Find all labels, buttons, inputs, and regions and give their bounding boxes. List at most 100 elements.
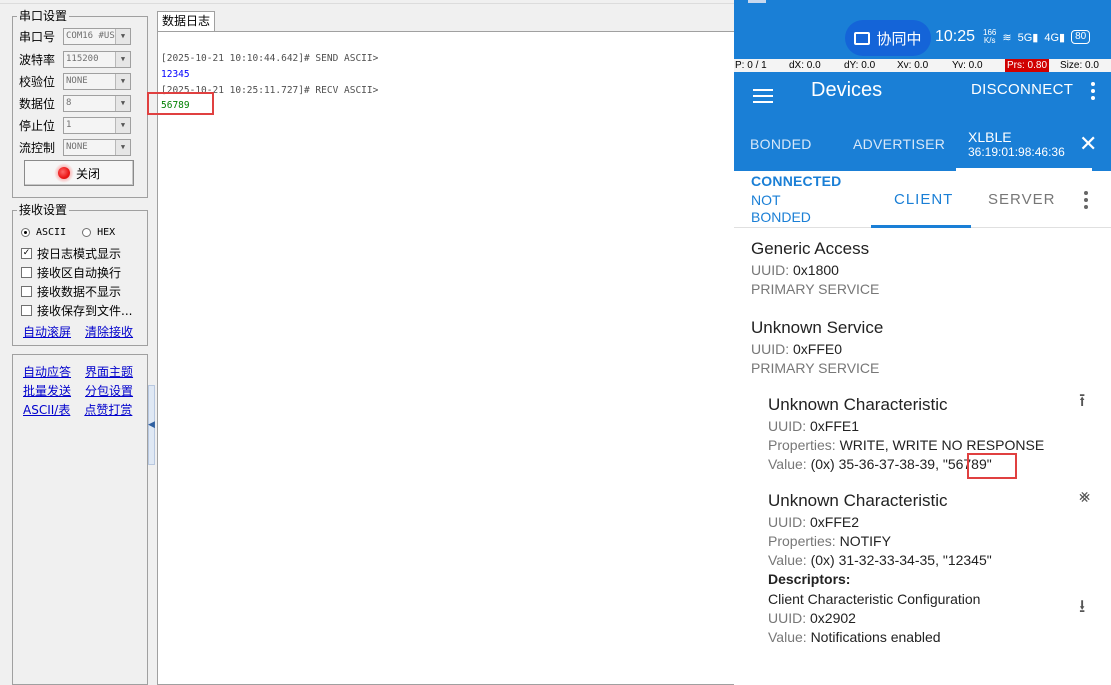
chevron-down-icon[interactable]: ▼	[115, 28, 130, 44]
chevron-down-icon[interactable]: ▼	[115, 73, 130, 89]
menu-icon[interactable]	[753, 89, 773, 103]
theme-link[interactable]: 界面主题	[85, 363, 133, 380]
service-uuid: UUID: 0x1800	[751, 262, 839, 278]
tab-server[interactable]: SERVER	[988, 191, 1055, 208]
service-type: PRIMARY SERVICE	[751, 360, 880, 376]
window-top-edge	[0, 0, 734, 4]
tools-row-2: 批量发送 分包设置	[23, 382, 133, 399]
highlight-box-value	[967, 453, 1017, 479]
checkbox-checked[interactable]: ✓	[21, 248, 32, 259]
close-icon[interactable]: ✕	[1079, 131, 1097, 157]
option-label: 接收数据不显示	[37, 285, 122, 299]
status-time: 10:25	[935, 28, 976, 45]
log-line-send-data: 12345	[161, 69, 190, 80]
databits-label: 数据位	[19, 96, 56, 111]
device-tabs: BONDED ADVERTISER XLBLE 36:19:01:98:46:3…	[734, 125, 1111, 171]
packet-settings-link[interactable]: 分包设置	[85, 382, 133, 399]
stopbits-label: 停止位	[19, 118, 56, 133]
characteristic-uuid: UUID: 0xFFE1	[768, 418, 860, 434]
chevron-down-icon[interactable]: ▼	[115, 117, 130, 133]
port-select[interactable]: COM16 #US ▼	[63, 27, 131, 45]
ascii-radio[interactable]	[21, 228, 30, 237]
chevron-down-icon[interactable]: ▼	[115, 139, 130, 155]
batch-send-link[interactable]: 批量发送	[23, 382, 71, 399]
donate-link[interactable]: 点赞打赏	[84, 401, 132, 418]
chevron-down-icon[interactable]: ▼	[115, 51, 130, 67]
clear-receive-link[interactable]: 清除接收	[85, 323, 133, 340]
receive-settings-title: 接收设置	[17, 203, 70, 217]
upload-icon[interactable]: ⭱	[1079, 388, 1085, 418]
chevron-down-icon[interactable]: ▼	[115, 95, 130, 111]
checkbox[interactable]	[21, 267, 32, 278]
option-label: 接收区自动换行	[37, 266, 122, 280]
info-size: Size: 0.0	[1060, 60, 1099, 71]
parity-select[interactable]: NONE ▼	[63, 72, 131, 90]
service-generic-access[interactable]: Generic Access UUID: 0x1800 PRIMARY SERV…	[751, 239, 879, 297]
service-type: PRIMARY SERVICE	[751, 281, 880, 297]
option-log-mode[interactable]: ✓ 按日志模式显示	[21, 245, 121, 262]
tab-advertiser[interactable]: ADVERTISER	[853, 136, 945, 152]
device-name: XLBLE	[968, 129, 1012, 145]
tools-row-1: 自动应答 界面主题	[23, 363, 133, 380]
option-label: 按日志模式显示	[37, 247, 122, 261]
descriptor-uuid: UUID: 0x2902	[768, 610, 856, 626]
flowctrl-select[interactable]: NONE ▼	[63, 138, 131, 156]
download-icon[interactable]: ⭳	[1079, 594, 1085, 624]
option-auto-wrap[interactable]: 接收区自动换行	[21, 264, 121, 281]
close-port-button[interactable]: 关闭	[24, 160, 134, 186]
info-xv: Xv: 0.0	[897, 60, 929, 71]
characteristic-properties: Properties: WRITE, WRITE NO RESPONSE	[768, 437, 1045, 453]
collapse-panel-handle[interactable]: ◀	[148, 385, 155, 465]
disconnect-button[interactable]: DISCONNECT	[971, 81, 1073, 98]
checkbox[interactable]	[21, 286, 32, 297]
characteristic-uuid: UUID: 0xFFE2	[768, 514, 860, 530]
databits-select[interactable]: 8 ▼	[63, 94, 131, 112]
option-save-file[interactable]: 接收保存到文件...	[21, 302, 132, 319]
port-row: 串口号 COM16 #US ▼	[19, 27, 131, 45]
status-led-icon	[53, 163, 74, 183]
stopbits-select[interactable]: 1 ▼	[63, 116, 131, 134]
tools-group: 自动应答 界面主题 批量发送 分包设置 ASCII/表 点赞打赏	[12, 354, 148, 685]
tab-device[interactable]: XLBLE 36:19:01:98:46:36	[968, 129, 1065, 159]
tab-bonded[interactable]: BONDED	[750, 136, 812, 152]
client-tab-indicator	[871, 225, 971, 228]
service-title: Unknown Service	[751, 318, 884, 337]
screen-share-icon	[854, 31, 871, 45]
checkbox[interactable]	[21, 305, 32, 316]
collab-pill[interactable]: 协同中	[845, 20, 931, 56]
pointer-location-bar: P: 0 / 1 dX: 0.0 dY: 0.0 Xv: 0.0 Yv: 0.0…	[734, 59, 1111, 72]
notifications-off-icon[interactable]: ⨳	[1079, 486, 1090, 507]
more-options-icon[interactable]	[1091, 82, 1095, 100]
characteristic-value: Value: (0x) 31-32-33-34-35, "12345"	[768, 552, 992, 568]
hex-radio[interactable]	[82, 228, 92, 237]
auto-reply-link[interactable]: 自动应答	[23, 363, 71, 380]
info-yv: Yv: 0.0	[952, 60, 983, 71]
tools-row-3: ASCII/表 点赞打赏	[23, 401, 132, 418]
autoscroll-link[interactable]: 自动滚屏	[23, 323, 71, 340]
info-prs: Prs: 0.80	[1005, 59, 1050, 72]
ascii-table-link[interactable]: ASCII/表	[23, 401, 70, 418]
serial-settings-title: 串口设置	[17, 9, 70, 23]
characteristic-title: Unknown Characteristic	[768, 491, 948, 510]
highlight-box-recv	[147, 92, 214, 115]
connection-subtabs: CONNECTED NOT BONDED CLIENT SERVER	[734, 171, 1111, 228]
baud-label: 波特率	[19, 52, 56, 67]
characteristic-ffe2[interactable]: Unknown Characteristic UUID: 0xFFE2 Prop…	[768, 491, 992, 645]
net-speed: 166 K/s	[983, 28, 997, 45]
signal-4g-icon: 4G▮	[1044, 31, 1066, 44]
option-hide-data[interactable]: 接收数据不显示	[21, 283, 121, 300]
close-port-label: 关闭	[75, 166, 100, 181]
flowctrl-row: 流控制 NONE ▼	[19, 138, 131, 156]
tab-data-log[interactable]: 数据日志	[157, 11, 216, 31]
device-address: 36:19:01:98:46:36	[968, 145, 1065, 159]
log-area[interactable]: [2025-10-21 10:10:44.642]# SEND ASCII> 1…	[157, 31, 734, 685]
descriptors-heading: Descriptors:	[768, 571, 851, 587]
app-bar: Devices DISCONNECT	[734, 72, 1111, 125]
baud-select[interactable]: 115200 ▼	[63, 50, 131, 68]
chevron-left-icon[interactable]: ◀	[148, 420, 155, 430]
more-options-icon[interactable]	[1084, 191, 1088, 209]
tab-client[interactable]: CLIENT	[894, 191, 953, 208]
service-unknown[interactable]: Unknown Service UUID: 0xFFE0 PRIMARY SER…	[751, 318, 883, 376]
port-label: 串口号	[19, 29, 56, 44]
bond-state: NOT BONDED	[751, 192, 811, 225]
